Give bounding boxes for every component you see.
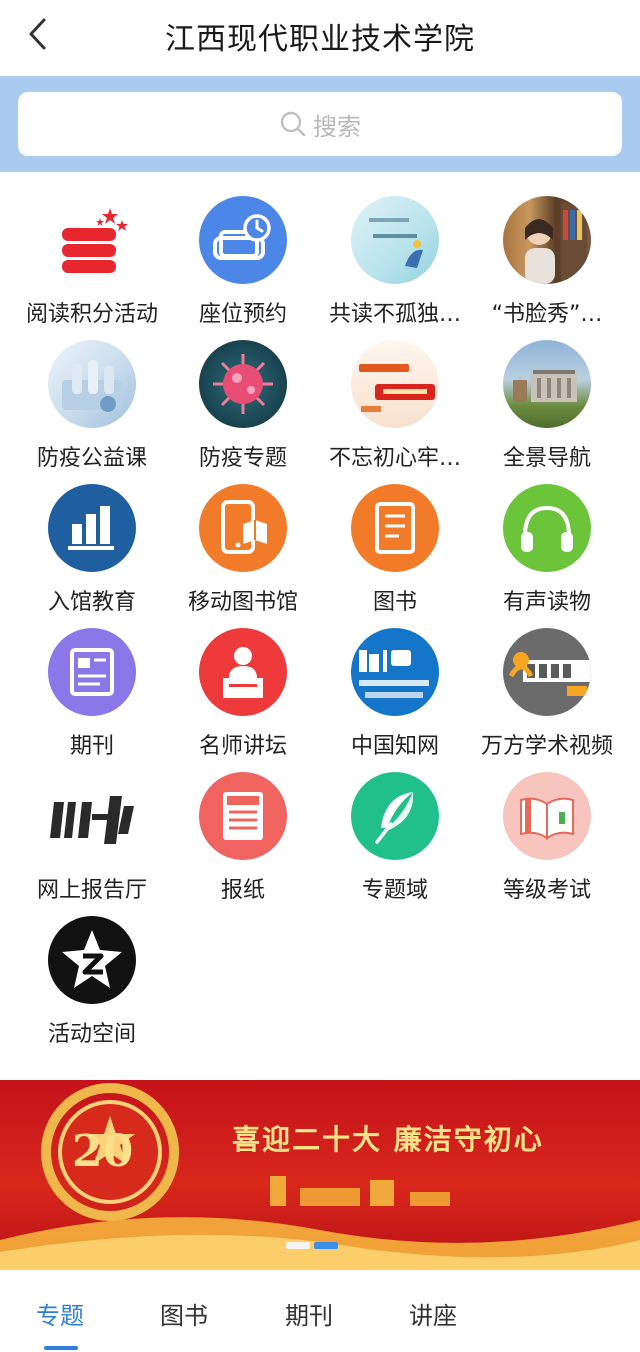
carousel-dot-active[interactable] [314, 1242, 338, 1249]
grid-item-newspapers[interactable]: 报纸 [163, 772, 323, 903]
grid-item-label: 全景导航 [502, 446, 591, 471]
report-hall-logo [48, 772, 136, 860]
grid-item-activity-space[interactable]: 活动空间 [12, 916, 172, 1047]
grid-item-book-face-show[interactable]: “书脸秀”… [467, 196, 627, 327]
tab-books[interactable]: 图书 [160, 1296, 208, 1331]
newspaper-icon [199, 772, 287, 860]
grid-item-label: 专题域 [361, 878, 428, 903]
grid-item-famous-lectures[interactable]: 名师讲坛 [163, 628, 323, 759]
feather-icon [351, 772, 439, 860]
grid-item-label: 等级考试 [502, 878, 591, 903]
grid-item-online-report-hall[interactable]: 网上报告厅 [12, 772, 172, 903]
lecturer-podium-icon [199, 628, 287, 716]
grid-item-label: “书脸秀”… [491, 302, 603, 327]
journal-icon [48, 628, 136, 716]
grid-item-reading-points[interactable]: 阅读积分活动 [12, 196, 172, 327]
grid-item-label: 入馆教育 [47, 590, 136, 615]
cnki-logo [351, 628, 439, 716]
grid-item-label: 移动图书馆 [187, 590, 298, 615]
open-book-icon [503, 772, 591, 860]
tab-journals[interactable]: 期刊 [285, 1296, 333, 1331]
tab-lectures[interactable]: 讲座 [409, 1296, 457, 1331]
grid-item-cnki[interactable]: 中国知网 [315, 628, 475, 759]
grid-item-label: 防疫公益课 [36, 446, 147, 471]
active-tab-indicator [44, 1346, 78, 1350]
headphones-icon [503, 484, 591, 572]
grid-item-library-orientation[interactable]: 入馆教育 [12, 484, 172, 615]
grid-item-seat-booking[interactable]: 座位预约 [163, 196, 323, 327]
stacked-books-stars-icon [48, 196, 136, 284]
grid-item-label: 不忘初心牢… [328, 446, 461, 471]
grid-item-audiobooks[interactable]: 有声读物 [467, 484, 627, 615]
grid-item-label: 座位预约 [198, 302, 287, 327]
grid-item-label: 共读不孤独… [328, 302, 461, 327]
search-input[interactable]: 搜索 [18, 92, 622, 156]
grid-item-label: 阅读积分活动 [25, 302, 158, 327]
grid-item-grade-exam[interactable]: 等级考试 [467, 772, 627, 903]
grid-item-label: 报纸 [220, 878, 265, 903]
carousel-dot[interactable] [286, 1242, 310, 1249]
mission-poster-thumbnail [351, 340, 439, 428]
tab-topics[interactable]: 专题 [36, 1296, 84, 1331]
grid-item-label: 期刊 [69, 734, 114, 759]
banner-headline: 喜迎二十大 廉洁守初心 [232, 1123, 544, 1156]
grid-item-label: 防疫专题 [198, 446, 287, 471]
mobile-book-icon [199, 484, 287, 572]
grid-item-journals[interactable]: 期刊 [12, 628, 172, 759]
grid-item-label: 名师讲坛 [198, 734, 287, 759]
grid-item-label: 万方学术视频 [480, 734, 613, 759]
wanfang-logo [503, 628, 591, 716]
promo-banner[interactable]: 20 喜迎二十大 廉洁守初心 [0, 1080, 640, 1270]
seat-clock-icon [199, 196, 287, 284]
grid-item-label: 中国知网 [350, 734, 439, 759]
lab-photo-thumbnail [48, 340, 136, 428]
portrait-photo-thumbnail [503, 196, 591, 284]
carousel-indicator [286, 1242, 338, 1249]
grid-item-label: 有声读物 [502, 590, 591, 615]
building-photo-thumbnail [503, 340, 591, 428]
grid-item-topic-domain[interactable]: 专题域 [315, 772, 475, 903]
banner-logo-number: 20 [72, 1126, 134, 1177]
grid-item-label: 图书 [372, 590, 417, 615]
grid-item-books[interactable]: 图书 [315, 484, 475, 615]
grid-item-co-reading[interactable]: 共读不孤独… [315, 196, 475, 327]
grid-item-epidemic-course[interactable]: 防疫公益课 [12, 340, 172, 471]
bar-chart-icon [48, 484, 136, 572]
grid-item-epidemic-topic[interactable]: 防疫专题 [163, 340, 323, 471]
reading-poster-thumbnail [351, 196, 439, 284]
page-title: 江西现代职业技术学院 [165, 22, 475, 57]
grid-item-original-aspiration[interactable]: 不忘初心牢… [315, 340, 475, 471]
search-area: 搜索 [0, 76, 640, 172]
bottom-tab-bar: 专题 图书 期刊 讲座 [0, 1270, 640, 1352]
search-placeholder: 搜索 [313, 112, 361, 141]
grid-item-wanfang-video[interactable]: 万方学术视频 [467, 628, 627, 759]
search-icon [280, 111, 306, 137]
grid-item-mobile-library[interactable]: 移动图书馆 [163, 484, 323, 615]
book-icon [351, 484, 439, 572]
grid-item-label: 活动空间 [47, 1022, 136, 1047]
grid-item-panorama-nav[interactable]: 全景导航 [467, 340, 627, 471]
virus-thumbnail [199, 340, 287, 428]
grid-item-label: 网上报告厅 [36, 878, 147, 903]
star-z-icon [48, 916, 136, 1004]
top-nav-bar: 江西现代职业技术学院 [0, 0, 640, 76]
